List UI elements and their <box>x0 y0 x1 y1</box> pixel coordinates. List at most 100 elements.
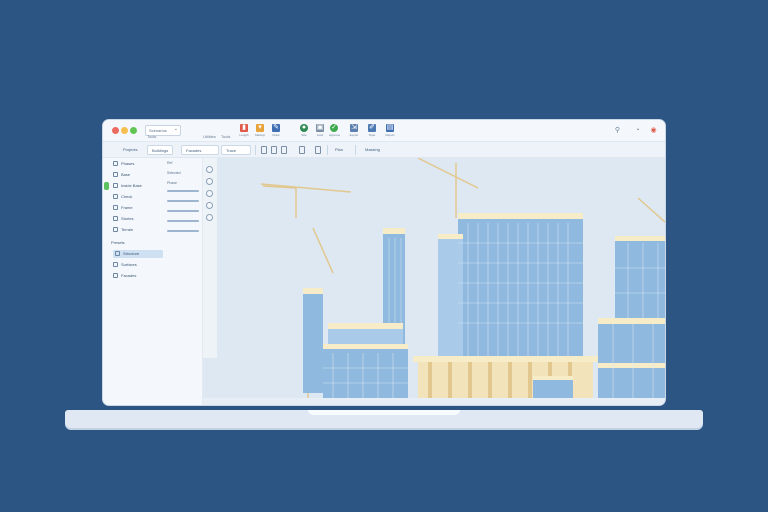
tool-lock-label: Lock <box>316 133 324 137</box>
property-slider[interactable] <box>167 200 199 202</box>
tool-export[interactable]: ⇲ Export <box>349 124 359 140</box>
ruler-icon: ▮ <box>240 124 248 132</box>
breadcrumb-current[interactable]: Buildings <box>147 145 174 155</box>
tool-site-label: Site <box>301 133 307 137</box>
tower-small <box>303 288 323 393</box>
tool-style-label: Style <box>368 133 376 137</box>
sidebar-item-stories[interactable]: Stories <box>113 215 133 223</box>
building-icon <box>115 251 120 257</box>
preset-label: Structure <box>123 251 140 256</box>
tool-style[interactable]: ✐ Style <box>367 124 377 140</box>
sidebar-item-label: Stories <box>121 216 134 221</box>
tool-approve[interactable]: ✓ Approve <box>329 124 340 140</box>
tower-right <box>598 236 665 403</box>
grid-icon <box>113 172 118 178</box>
column-tool-icon[interactable] <box>281 146 287 154</box>
layers-icon <box>113 183 118 189</box>
section-button[interactable] <box>206 202 213 209</box>
location-icon: ● <box>300 124 308 132</box>
tower-center <box>438 213 583 358</box>
preset-label: Facades <box>121 273 137 278</box>
menu-item-tools-2[interactable]: Tools <box>221 134 230 139</box>
title-bar: Scenarios ⌄ Tools Utilities Tools ▮ Leng… <box>103 120 665 142</box>
tool-palette <box>203 158 217 358</box>
orbit-button[interactable] <box>206 166 213 173</box>
status-badge <box>104 182 109 190</box>
select-tool-icon[interactable] <box>261 146 267 154</box>
rotate-button[interactable] <box>206 214 213 221</box>
property-slider[interactable] <box>167 190 199 192</box>
menu-item-utilities[interactable]: Utilities <box>203 134 216 139</box>
maximize-window-button[interactable] <box>130 127 137 134</box>
menu-item-tools[interactable]: Tools <box>147 134 156 139</box>
massing-link[interactable]: Massing <box>361 145 384 155</box>
sidebar-item-label: Phases <box>121 161 135 166</box>
sidebar-item-inside-base[interactable]: Inside Base <box>113 182 142 190</box>
terrain-icon <box>113 227 118 233</box>
sidebar-item-label: Check <box>121 194 133 199</box>
pan-button[interactable] <box>206 178 213 185</box>
model-viewport[interactable] <box>203 158 665 405</box>
sidebar-item-label: Terrain <box>121 227 134 232</box>
slab-tool-icon[interactable] <box>299 146 305 154</box>
wall-tool-icon[interactable] <box>271 146 277 154</box>
low-block <box>323 323 408 398</box>
property-slider[interactable] <box>167 210 199 212</box>
folder-icon <box>113 216 118 222</box>
toolbar-divider <box>255 145 256 155</box>
preset-structure[interactable]: Structure <box>113 250 163 258</box>
check-icon: ✓ <box>330 124 338 132</box>
podium <box>413 356 598 402</box>
sidebar-item-check[interactable]: Check <box>113 193 132 201</box>
property-slider[interactable] <box>167 230 199 232</box>
toolbar-divider <box>355 145 356 155</box>
toolbar-divider <box>327 145 328 155</box>
property-slider[interactable] <box>167 220 199 222</box>
tab-trace[interactable]: Trace <box>221 145 251 155</box>
sidebar: Phases Base Inside Base Check Frame Stor… <box>103 158 203 405</box>
building-illustration <box>203 158 665 405</box>
tool-draw[interactable]: ✎ Draw <box>271 124 281 140</box>
tool-lock[interactable]: ▣ Lock <box>315 124 325 140</box>
chevron-down-icon: ⌄ <box>173 126 178 132</box>
sidebar-item-phases[interactable]: Phases <box>113 160 134 168</box>
stack-icon <box>113 161 118 167</box>
breadcrumb-root[interactable]: Projects <box>119 145 141 155</box>
building-icon <box>113 273 118 279</box>
sidebar-item-frame[interactable]: Frame <box>113 204 133 212</box>
tool-site[interactable]: ● Site <box>299 124 309 140</box>
breadcrumb-bar: Projects Buildings Facades Trace Plan Ma… <box>103 142 665 158</box>
roof-tool-icon[interactable] <box>315 146 321 154</box>
minimize-window-button[interactable] <box>121 127 128 134</box>
brush-icon: ✐ <box>368 124 376 132</box>
sidebar-item-label: Base <box>121 172 131 177</box>
preset-facades[interactable]: Facades <box>113 272 136 280</box>
property-label: Selected <box>167 171 181 175</box>
presets-heading: Presets <box>111 240 125 245</box>
pin-icon: ▾ <box>256 124 264 132</box>
sidebar-item-terrain[interactable]: Terrain <box>113 226 133 234</box>
tool-export-label: Export <box>349 133 359 137</box>
preset-label: Surfaces <box>121 262 137 267</box>
close-window-button[interactable] <box>112 127 119 134</box>
tab-facades[interactable]: Facades <box>181 145 219 155</box>
tool-length[interactable]: ▮ Length <box>239 124 249 140</box>
settings-icon[interactable]: ◔ <box>633 126 642 135</box>
tool-draw-label: Draw <box>272 133 280 137</box>
tool-markup[interactable]: ▾ Markup <box>255 124 265 140</box>
plan-link[interactable]: Plan <box>331 145 347 155</box>
property-label: Ref <box>167 161 173 165</box>
property-label: Phase <box>167 181 177 185</box>
laptop-notch <box>308 410 460 415</box>
report-icon: ▤ <box>386 124 394 132</box>
zoom-button[interactable] <box>206 190 213 197</box>
preset-surfaces[interactable]: Surfaces <box>113 261 137 269</box>
pencil-icon: ✎ <box>272 124 280 132</box>
search-icon[interactable]: ⚲ <box>613 126 622 135</box>
record-icon[interactable]: ◉ <box>649 126 658 135</box>
sidebar-item-base[interactable]: Base <box>113 171 130 179</box>
app-window: Scenarios ⌄ Tools Utilities Tools ▮ Leng… <box>103 120 665 405</box>
export-icon: ⇲ <box>350 124 358 132</box>
lock-icon: ▣ <box>316 124 324 132</box>
tool-report[interactable]: ▤ Report <box>385 124 395 140</box>
